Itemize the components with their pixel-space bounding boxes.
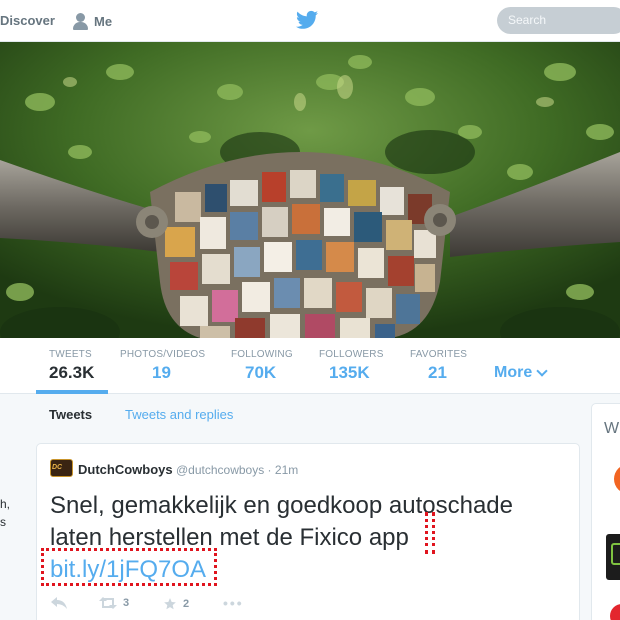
card-title: W xyxy=(604,420,620,437)
stat-label: FOLLOWERS xyxy=(319,349,384,360)
sidebar-text-fragment: h, xyxy=(0,497,11,511)
chevron-down-icon xyxy=(536,364,548,377)
sidebar-text-fragment: s xyxy=(0,515,6,529)
stat-value: 26.3K xyxy=(49,363,95,382)
stat-value: 21 xyxy=(428,363,447,382)
tab-tweets[interactable]: Tweets xyxy=(49,407,92,422)
nav-me-link[interactable]: Me xyxy=(72,11,112,31)
reply-icon xyxy=(51,597,67,609)
tweet-card[interactable]: DC DutchCowboys @dutchcowboys · 21m Snel… xyxy=(36,443,580,620)
suggested-account-avatar[interactable] xyxy=(614,464,620,494)
timeline-tabs: Tweets Tweets and replies xyxy=(24,398,594,432)
top-navigation-bar: Discover Me Search xyxy=(0,0,620,42)
stat-label: FOLLOWING xyxy=(231,349,293,360)
tweet-author-name[interactable]: DutchCowboys xyxy=(78,462,173,477)
retweet-count: 3 xyxy=(123,597,130,609)
more-options-icon[interactable]: ••• xyxy=(223,595,244,611)
tab-tweets-and-replies[interactable]: Tweets and replies xyxy=(125,407,233,422)
favorite-button[interactable]: 2 xyxy=(163,597,189,611)
stat-tweets[interactable]: TWEETS 26.3K xyxy=(49,349,94,383)
active-tab-indicator xyxy=(36,390,108,394)
more-menu-button[interactable]: More xyxy=(494,364,548,382)
stat-value: 19 xyxy=(152,363,171,382)
stat-photos-videos[interactable]: PHOTOS/VIDEOS 19 xyxy=(120,349,205,383)
search-input[interactable]: Search xyxy=(497,7,620,34)
suggested-account-avatar[interactable] xyxy=(610,604,620,620)
stat-value: 135K xyxy=(329,363,370,382)
star-icon xyxy=(164,598,176,610)
reply-button[interactable] xyxy=(51,597,67,609)
highlight-box-marker xyxy=(425,512,435,554)
retweet-icon xyxy=(99,597,117,609)
stat-label: TWEETS xyxy=(49,349,92,360)
person-icon xyxy=(72,12,88,30)
nav-me-label: Me xyxy=(94,13,113,29)
stat-label: PHOTOS/VIDEOS xyxy=(120,349,206,360)
stat-followers[interactable]: FOLLOWERS 135K xyxy=(319,349,384,383)
highlight-box-link xyxy=(41,548,217,586)
more-label: More xyxy=(494,364,533,381)
stat-following[interactable]: FOLLOWING 70K xyxy=(231,349,293,383)
favorite-count: 2 xyxy=(183,598,190,610)
suggested-account-avatar[interactable] xyxy=(606,534,620,580)
tweet-body: Snel, gemakkelijk en goedkoop autoschade… xyxy=(50,492,513,551)
retweet-button[interactable]: 3 xyxy=(99,597,129,609)
tweet-handle-and-time[interactable]: @dutchcowboys · 21m xyxy=(176,463,298,477)
avatar[interactable]: DC xyxy=(50,459,73,477)
nav-discover-link[interactable]: Discover xyxy=(0,13,55,28)
twitter-bird-icon[interactable] xyxy=(296,10,318,30)
stat-value: 70K xyxy=(245,363,277,382)
avatar-logo-text: DC xyxy=(52,464,63,471)
stat-label: FAVORITES xyxy=(410,349,468,360)
stat-favorites[interactable]: FAVORITES 21 xyxy=(410,349,467,383)
tweet-actions: 3 2 ••• xyxy=(51,595,271,617)
who-to-follow-card: W xyxy=(591,403,620,620)
profile-stats-bar: TWEETS 26.3K PHOTOS/VIDEOS 19 FOLLOWING … xyxy=(0,338,620,394)
profile-banner-image xyxy=(0,42,620,338)
